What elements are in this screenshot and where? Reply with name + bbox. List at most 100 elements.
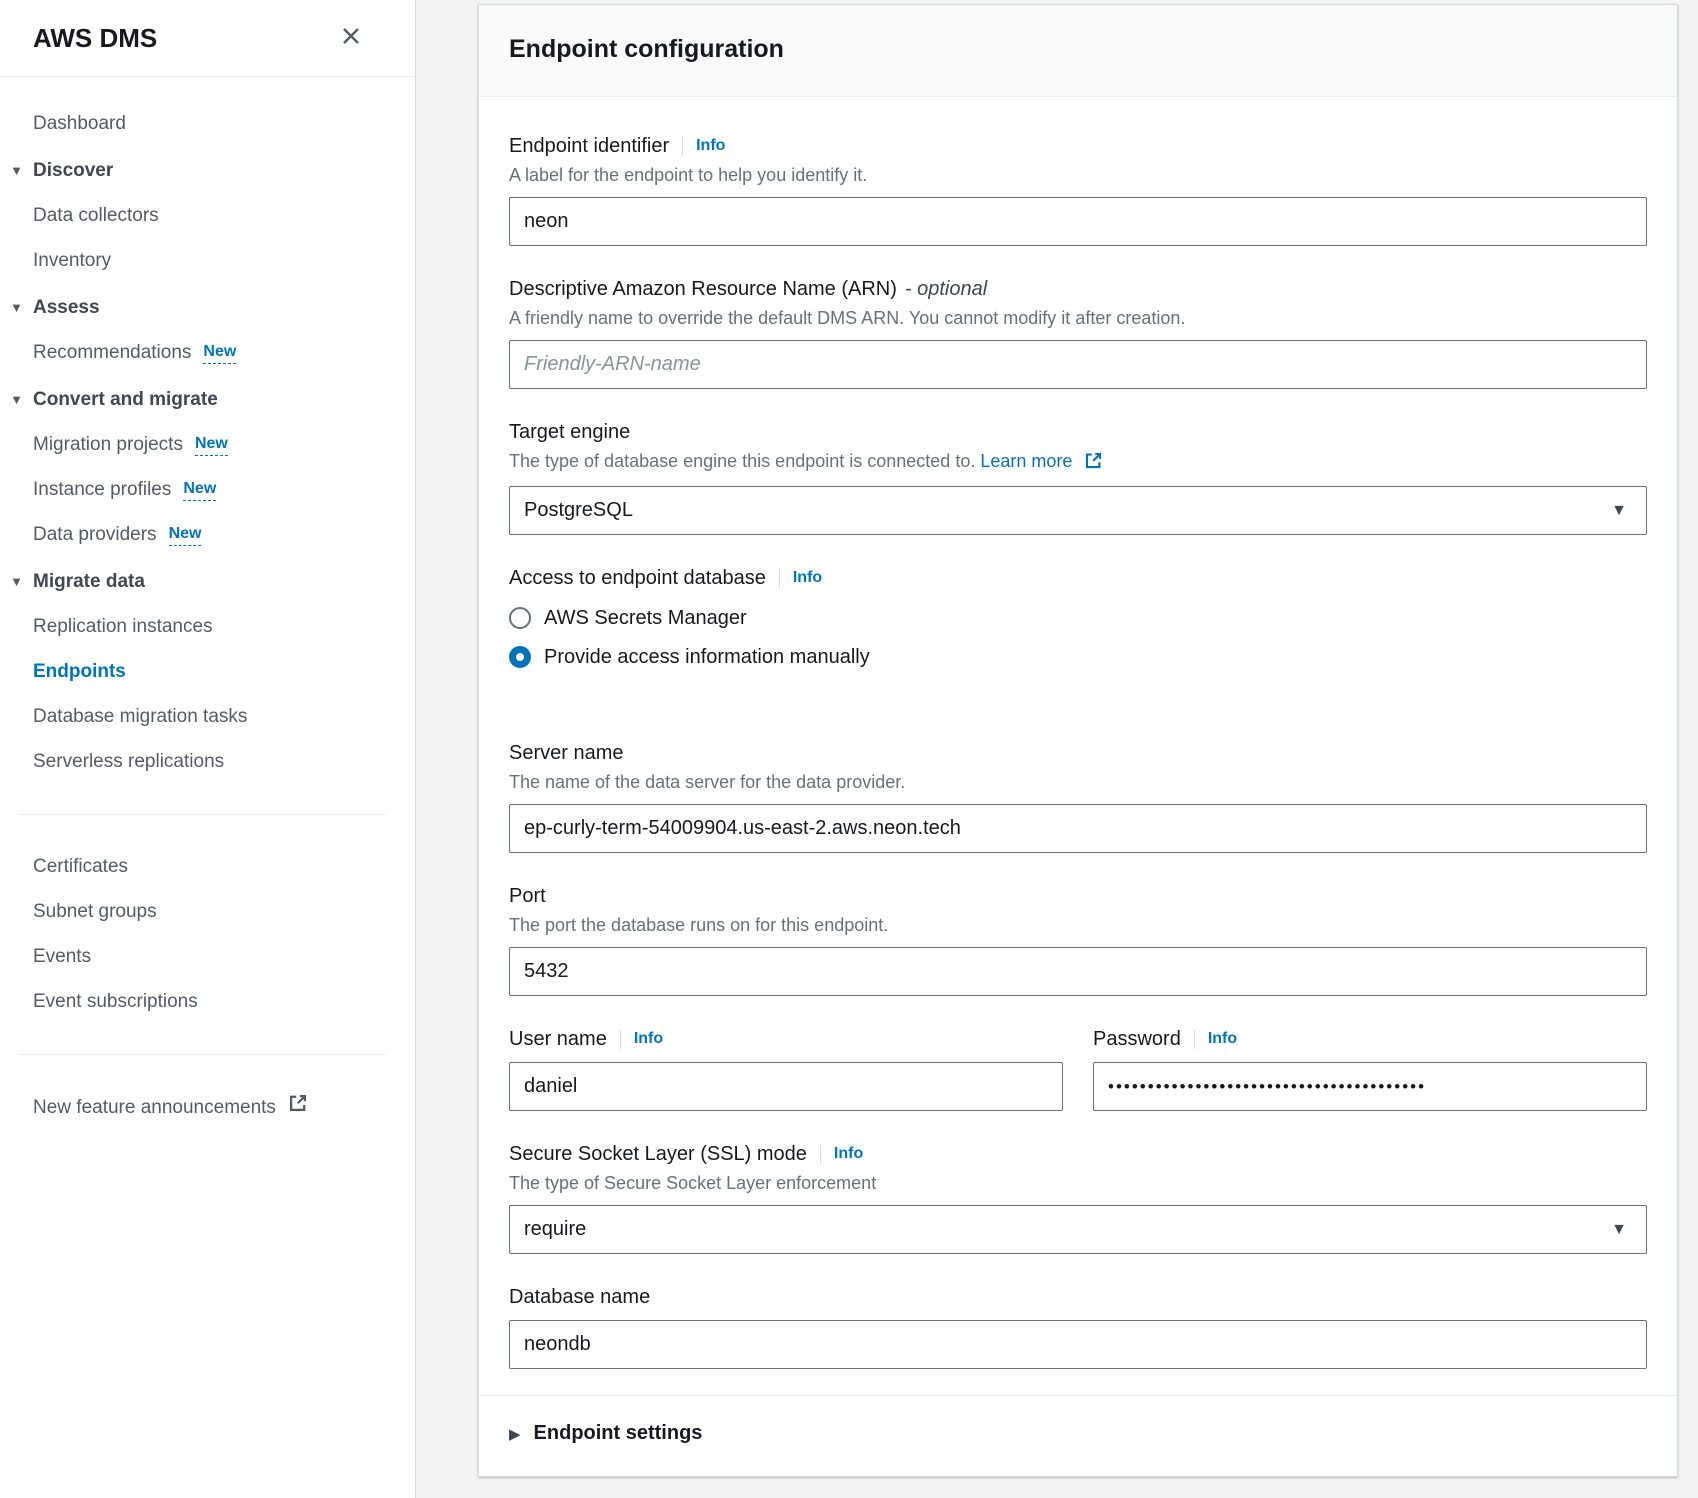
radio-aws-secrets-manager[interactable]: AWS Secrets Manager	[509, 605, 1647, 631]
sidebar-title: AWS DMS	[33, 23, 157, 54]
endpoint-identifier-info-link[interactable]: Info	[696, 137, 725, 155]
radio-provide-access-manually[interactable]: Provide access information manually	[509, 644, 1647, 670]
caret-down-icon: ▼	[10, 568, 23, 596]
database-name-label: Database name	[509, 1284, 650, 1310]
database-name-input[interactable]	[509, 1320, 1647, 1369]
caret-down-icon: ▼	[10, 386, 23, 414]
sidebar-item-inventory[interactable]: Inventory	[0, 247, 415, 275]
sidebar-item-event-subscriptions[interactable]: Event subscriptions	[0, 988, 415, 1016]
ssl-mode-info-link[interactable]: Info	[834, 1145, 863, 1163]
credentials-row: User name Info Password Info	[509, 1026, 1647, 1111]
server-name-label: Server name	[509, 740, 624, 766]
close-sidebar-button[interactable]	[339, 24, 363, 53]
descriptive-arn-label: Descriptive Amazon Resource Name (ARN)	[509, 276, 897, 302]
label-separator	[620, 1030, 621, 1049]
sidebar-section-assess[interactable]: ▼Assess	[0, 294, 415, 322]
endpoint-configuration-card: Endpoint configuration Endpoint identifi…	[478, 4, 1678, 1477]
close-icon	[339, 24, 363, 53]
new-badge[interactable]: New	[183, 479, 216, 501]
port-input[interactable]	[509, 947, 1647, 996]
user-name-field: User name Info	[509, 1026, 1063, 1111]
caret-down-icon: ▼	[10, 157, 23, 185]
target-engine-field: Target engine The type of database engin…	[509, 419, 1647, 535]
sidebar-item-endpoints[interactable]: Endpoints	[0, 658, 415, 686]
sidebar-item-serverless-replications[interactable]: Serverless replications	[0, 748, 415, 776]
learn-more-link[interactable]: Learn more	[980, 451, 1072, 471]
endpoint-settings-expander[interactable]: ▶ Endpoint settings	[509, 1422, 1647, 1445]
ssl-mode-description: The type of Secure Socket Layer enforcem…	[509, 1171, 1647, 1195]
new-badge[interactable]: New	[203, 342, 236, 364]
sidebar-item-instance-profiles[interactable]: Instance profilesNew	[0, 476, 415, 504]
card-header: Endpoint configuration	[479, 5, 1677, 97]
password-input[interactable]	[1093, 1062, 1647, 1111]
ssl-mode-label: Secure Socket Layer (SSL) mode	[509, 1141, 807, 1167]
sidebar-divider	[18, 814, 386, 815]
sidebar-section-convert-and-migrate[interactable]: ▼Convert and migrate	[0, 386, 415, 414]
sidebar-item-events[interactable]: Events	[0, 943, 415, 971]
sidebar-nav: Dashboard ▼Discover Data collectors Inve…	[0, 77, 415, 1122]
new-badge[interactable]: New	[169, 524, 202, 546]
server-name-field: Server name The name of the data server …	[509, 740, 1647, 853]
sidebar-divider	[18, 1054, 386, 1055]
endpoint-identifier-input[interactable]	[509, 197, 1647, 246]
endpoint-identifier-description: A label for the endpoint to help you ide…	[509, 163, 1647, 187]
target-engine-select[interactable]: PostgreSQL ▼	[509, 486, 1647, 535]
server-name-input[interactable]	[509, 804, 1647, 853]
user-name-input[interactable]	[509, 1062, 1063, 1111]
sidebar-item-subnet-groups[interactable]: Subnet groups	[0, 898, 415, 926]
new-badge[interactable]: New	[195, 434, 228, 456]
card-body: Endpoint identifier Info A label for the…	[479, 97, 1677, 1369]
dropdown-arrow-icon: ▼	[1611, 1221, 1627, 1239]
ssl-mode-field: Secure Socket Layer (SSL) mode Info The …	[509, 1141, 1647, 1254]
database-name-field: Database name	[509, 1284, 1647, 1369]
server-name-description: The name of the data server for the data…	[509, 770, 1647, 794]
radio-button-unselected[interactable]	[509, 607, 531, 629]
sidebar-item-recommendations[interactable]: RecommendationsNew	[0, 339, 415, 367]
target-engine-description: The type of database engine this endpoin…	[509, 449, 1647, 476]
endpoint-identifier-label: Endpoint identifier	[509, 133, 669, 159]
label-separator	[682, 137, 683, 156]
endpoint-identifier-field: Endpoint identifier Info A label for the…	[509, 133, 1647, 246]
user-name-info-link[interactable]: Info	[634, 1030, 663, 1048]
sidebar-item-data-providers[interactable]: Data providersNew	[0, 521, 415, 549]
access-to-endpoint-database-field: Access to endpoint database Info AWS Sec…	[509, 565, 1647, 670]
sidebar-section-migrate-data[interactable]: ▼Migrate data	[0, 568, 415, 596]
page-title: Endpoint configuration	[509, 35, 784, 63]
ssl-mode-select[interactable]: require ▼	[509, 1205, 1647, 1254]
sidebar: AWS DMS Dashboard ▼Discover Data collect…	[0, 0, 416, 1498]
target-engine-label: Target engine	[509, 419, 630, 445]
sidebar-item-dashboard[interactable]: Dashboard	[0, 110, 415, 138]
label-separator	[1194, 1030, 1195, 1049]
access-info-link[interactable]: Info	[793, 569, 822, 587]
port-field: Port The port the database runs on for t…	[509, 883, 1647, 996]
password-info-link[interactable]: Info	[1208, 1030, 1237, 1048]
port-label: Port	[509, 883, 546, 909]
sidebar-item-migration-projects[interactable]: Migration projectsNew	[0, 431, 415, 459]
sidebar-section-discover[interactable]: ▼Discover	[0, 157, 415, 185]
password-field: Password Info	[1093, 1026, 1647, 1111]
port-description: The port the database runs on for this e…	[509, 913, 1647, 937]
external-link-icon[interactable]	[1084, 451, 1103, 476]
external-link-icon	[288, 1093, 308, 1122]
descriptive-arn-input[interactable]	[509, 340, 1647, 389]
sidebar-item-new-feature-announcements[interactable]: New feature announcements	[0, 1093, 415, 1122]
dropdown-arrow-icon: ▼	[1611, 502, 1627, 520]
label-separator	[820, 1145, 821, 1164]
sidebar-header: AWS DMS	[0, 0, 415, 77]
sidebar-item-replication-instances[interactable]: Replication instances	[0, 613, 415, 641]
label-separator	[779, 569, 780, 588]
card-footer: ▶ Endpoint settings	[479, 1395, 1677, 1476]
sidebar-item-certificates[interactable]: Certificates	[0, 853, 415, 881]
radio-button-selected[interactable]	[509, 646, 531, 668]
access-label: Access to endpoint database	[509, 565, 766, 591]
caret-down-icon: ▼	[10, 294, 23, 322]
endpoint-settings-label: Endpoint settings	[534, 1422, 703, 1445]
sidebar-item-data-collectors[interactable]: Data collectors	[0, 202, 415, 230]
descriptive-arn-field: Descriptive Amazon Resource Name (ARN) -…	[509, 276, 1647, 389]
optional-suffix: - optional	[905, 278, 987, 301]
user-name-label: User name	[509, 1026, 607, 1052]
caret-right-icon: ▶	[509, 1425, 521, 1443]
password-label: Password	[1093, 1026, 1181, 1052]
sidebar-item-database-migration-tasks[interactable]: Database migration tasks	[0, 703, 415, 731]
descriptive-arn-description: A friendly name to override the default …	[509, 306, 1647, 330]
